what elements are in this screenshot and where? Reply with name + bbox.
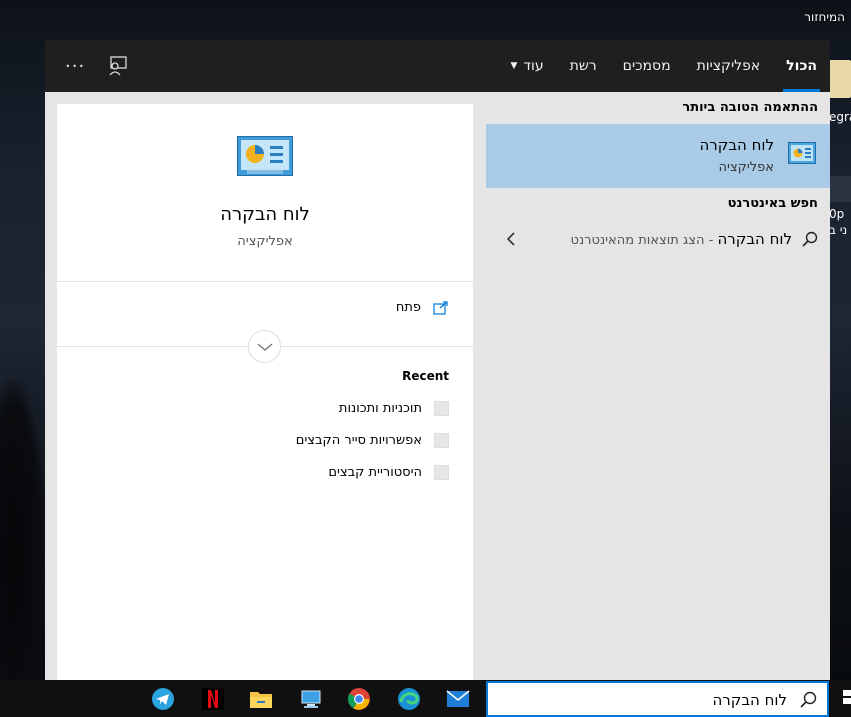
file-explorer-icon[interactable] <box>249 687 273 711</box>
open-external-icon <box>433 300 448 315</box>
open-button[interactable]: פתח <box>396 300 449 315</box>
recent-item[interactable]: תוכניות ותכונות <box>339 401 449 416</box>
recent-item-icon <box>434 401 449 416</box>
ellipsis-icon[interactable]: ··· <box>65 56 85 77</box>
caret-down-icon: ▼ <box>510 61 518 71</box>
web-search-text: לוח הבקרה - הצג תוצאות מהאינטרנט <box>570 230 792 248</box>
tab-all[interactable]: הכול <box>773 40 830 92</box>
web-search-heading: חפש באינטרנט <box>727 196 818 211</box>
best-match-item[interactable]: לוח הבקרה אפליקציה <box>486 124 830 188</box>
open-label: פתח <box>395 300 421 315</box>
recent-item-icon <box>434 433 449 448</box>
mail-icon[interactable] <box>446 687 470 711</box>
search-icon <box>800 691 817 708</box>
windows-start-icon[interactable] <box>841 689 851 705</box>
tab-apps[interactable]: אפליקציות <box>684 40 774 92</box>
search-input[interactable]: לוח הבקרה <box>486 681 829 717</box>
chevron-down-icon <box>257 343 272 351</box>
desktop-icon-label-recycle[interactable]: המיחזור <box>804 10 845 24</box>
search-input-value: לוח הבקרה <box>712 691 787 709</box>
results-pane: ההתאמה הטובה ביותר לוח הבקרה אפליקציה חפ… <box>486 92 830 680</box>
search-tabs: הכול אפליקציות מסמכים רשת עוד ▼ <box>497 40 830 92</box>
recent-heading: Recent <box>402 369 449 383</box>
preview-app-type: אפליקציה <box>237 234 293 249</box>
preview-pane: לוח הבקרה אפליקציה פתח Recent תוכניות ות… <box>57 104 473 680</box>
chrome-icon[interactable] <box>347 687 371 711</box>
tree-silhouette <box>0 380 45 680</box>
desktop-icon-label[interactable]: 0p ני ב <box>829 206 851 238</box>
edge-icon[interactable] <box>397 687 421 711</box>
feedback-icon[interactable] <box>107 55 129 77</box>
recent-item-icon <box>434 465 449 480</box>
tab-web[interactable]: רשת <box>557 40 610 92</box>
best-match-type: אפליקציה <box>718 160 774 175</box>
expand-button[interactable] <box>248 330 281 363</box>
best-match-heading: ההתאמה הטובה ביותר <box>682 100 818 115</box>
preview-app-name: לוח הבקרה <box>220 204 310 225</box>
folder-icon[interactable] <box>829 60 851 98</box>
best-match-name: לוח הבקרה <box>699 136 774 154</box>
recent-item[interactable]: היסטוריית קבצים <box>328 465 449 480</box>
this-pc-icon[interactable] <box>299 687 323 711</box>
tab-more[interactable]: עוד ▼ <box>497 40 556 92</box>
control-panel-icon <box>788 142 816 164</box>
search-icon <box>802 231 818 247</box>
netflix-icon[interactable] <box>201 687 225 711</box>
search-window: הכול אפליקציות מסמכים רשת עוד ▼ ··· ההתא… <box>45 40 830 680</box>
control-panel-icon <box>237 136 293 176</box>
tab-documents[interactable]: מסמכים <box>610 40 684 92</box>
desktop-icon-label[interactable]: egra <box>829 110 851 124</box>
divider <box>57 281 473 282</box>
telegram-icon[interactable] <box>151 687 175 711</box>
recent-item[interactable]: אפשרויות סייר הקבצים <box>296 433 449 448</box>
video-thumbnail-icon[interactable] <box>829 176 851 202</box>
search-topbar: הכול אפליקציות מסמכים רשת עוד ▼ ··· <box>45 40 830 92</box>
chevron-left-icon[interactable] <box>506 230 516 248</box>
web-search-item[interactable]: לוח הבקרה - הצג תוצאות מהאינטרנט <box>486 224 830 256</box>
topbar-actions: ··· <box>65 40 129 92</box>
